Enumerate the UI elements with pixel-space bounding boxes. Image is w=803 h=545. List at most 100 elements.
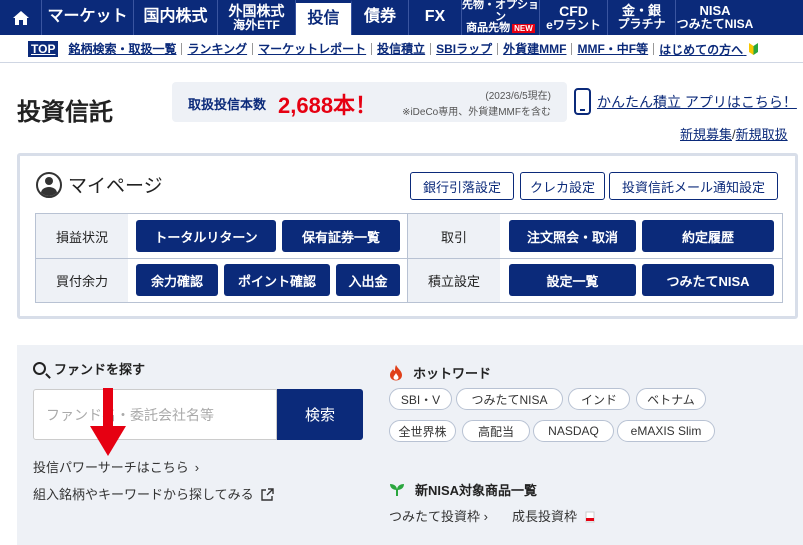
- home-button[interactable]: [0, 0, 42, 35]
- hotword-tag[interactable]: eMAXIS Slim: [617, 420, 715, 442]
- hotword-tag[interactable]: 高配当: [462, 420, 530, 442]
- hotword-tag[interactable]: NASDAQ: [533, 420, 614, 442]
- mypage-grid: 損益状況 トータルリターン 保有証券一覧 取引 注文照会・取消 約定履歴 買付余…: [35, 213, 783, 303]
- subnav-accumulation[interactable]: 投信積立: [372, 43, 432, 55]
- hotword-tag[interactable]: 全世界株: [389, 420, 456, 442]
- hotword-title: ホットワード: [389, 363, 491, 382]
- new-nisa-title-label: 新NISA対象商品一覧: [415, 483, 538, 498]
- search-icon: [33, 362, 46, 375]
- subnav-mmf[interactable]: MMF・中F等: [572, 43, 655, 55]
- accumulation-label: 積立設定: [408, 259, 500, 302]
- trade-label: 取引: [408, 214, 500, 258]
- mypage-title: マイページ: [68, 176, 163, 197]
- subnav-fund-search[interactable]: 銘柄検索・取扱一覧: [63, 43, 183, 55]
- nav-cfd[interactable]: CFD eワラント: [540, 0, 608, 35]
- settings-list-button[interactable]: 設定一覧: [509, 264, 636, 296]
- hotword-tag[interactable]: インド: [568, 388, 630, 410]
- tsumitate-frame-label: つみたて投資枠: [389, 509, 481, 524]
- buying-power-label: 買付余力: [36, 259, 128, 302]
- nav-cfd-sub: eワラント: [546, 17, 601, 32]
- smartphone-icon: [574, 88, 591, 115]
- fund-count-label: 取扱投信本数: [188, 97, 267, 112]
- global-nav: マーケット 国内株式 外国株式 海外ETF 投信 債券 FX 先物・オプション …: [0, 0, 803, 35]
- nav-foreign-stocks-sub: 海外ETF: [233, 17, 280, 32]
- new-nisa-links: つみたて投資枠 › 成長投資枠: [389, 506, 619, 525]
- subnav-ranking[interactable]: ランキング: [182, 43, 254, 55]
- fund-search-input[interactable]: ファンド名・委託会社名等: [33, 389, 277, 440]
- order-inquiry-button[interactable]: 注文照会・取消: [509, 220, 636, 252]
- execution-history-button[interactable]: 約定履歴: [642, 220, 774, 252]
- points-button[interactable]: ポイント確認: [224, 264, 330, 296]
- nav-gold-sub: プラチナ: [617, 17, 666, 32]
- fund-search-title-label: ファンドを探す: [54, 362, 146, 377]
- nav-gold[interactable]: 金・銀 プラチナ: [608, 0, 676, 35]
- nav-bonds[interactable]: 債券: [352, 0, 409, 35]
- page-title: 投資信託: [17, 99, 113, 126]
- new-nisa-title: 新NISA対象商品一覧: [389, 480, 537, 499]
- subnav-top[interactable]: TOP: [28, 41, 59, 57]
- new-offering-link[interactable]: 新規募集: [680, 127, 732, 142]
- new-listing-link[interactable]: 新規取扱: [736, 127, 788, 142]
- nav-market[interactable]: マーケット: [42, 0, 134, 35]
- mypage-header: マイページ: [36, 171, 163, 198]
- nav-nisa-label: NISA: [699, 3, 731, 19]
- subnav-foreign-mmf[interactable]: 外貨建MMF: [498, 43, 573, 55]
- nav-futures-sub: 商品先物 NEW: [466, 22, 535, 35]
- new-badge: NEW: [512, 24, 535, 34]
- sub-nav: TOP 銘柄検索・取扱一覧 ランキング マーケットレポート 投信積立 SBIラッ…: [0, 36, 803, 63]
- bank-debit-button[interactable]: 銀行引落設定: [410, 172, 514, 200]
- buying-power-button[interactable]: 余力確認: [136, 264, 218, 296]
- power-search-link[interactable]: 投信パワーサーチはこちら ›: [33, 457, 199, 476]
- pl-label: 損益状況: [36, 214, 128, 258]
- fund-count-date: (2023/6/5現在): [485, 91, 551, 102]
- new-offerings: 新規募集/新規取扱: [680, 124, 788, 143]
- tsumitate-nisa-button[interactable]: つみたてNISA: [642, 264, 774, 296]
- app-link[interactable]: かんたん積立 アプリはこちら！: [574, 88, 797, 115]
- mail-notify-button[interactable]: 投資信託メール通知設定: [609, 172, 778, 200]
- home-icon: [12, 10, 29, 25]
- nav-funds[interactable]: 投信: [296, 0, 352, 35]
- power-search-label: 投信パワーサーチはこちら: [33, 460, 189, 475]
- user-icon: [36, 171, 62, 198]
- mypage-panel: マイページ 銀行引落設定 クレカ設定 投資信託メール通知設定 損益状況 トータル…: [17, 153, 798, 319]
- nav-foreign-stocks-label: 外国株式: [228, 2, 285, 19]
- subnav-market-report[interactable]: マーケットレポート: [253, 43, 373, 55]
- growth-frame-label: 成長投資枠: [511, 509, 577, 524]
- nav-gold-label: 金・銀: [621, 3, 661, 19]
- hotword-tag[interactable]: つみたてNISA: [456, 388, 563, 410]
- chevron-right-icon: ›: [194, 460, 200, 475]
- credit-card-button[interactable]: クレカ設定: [520, 172, 605, 200]
- hotword-tag[interactable]: SBI・V: [389, 388, 452, 410]
- keyword-search-link[interactable]: 組入銘柄やキーワードから探してみる: [33, 484, 274, 503]
- nav-nisa[interactable]: NISA つみたてNISA: [676, 0, 754, 35]
- pdf-icon: [585, 511, 595, 523]
- chevron-right-icon: ›: [483, 509, 488, 524]
- app-link-label: かんたん積立 アプリはこちら！: [597, 93, 797, 110]
- hotword-tag[interactable]: ベトナム: [636, 388, 706, 410]
- fund-count-note: ※iDeCo専用、外貨建MMFを含む: [402, 107, 551, 118]
- subnav-beginners[interactable]: はじめての方へ: [654, 42, 762, 56]
- flame-icon: [390, 365, 402, 381]
- nav-domestic-stocks[interactable]: 国内株式: [134, 0, 218, 35]
- nav-foreign-stocks[interactable]: 外国株式 海外ETF: [218, 0, 296, 35]
- sprout-icon: [390, 483, 404, 496]
- beginner-mark-icon: [748, 42, 758, 55]
- subnav-sbi-wrap[interactable]: SBIラップ: [431, 43, 499, 55]
- hotword-title-label: ホットワード: [413, 366, 492, 381]
- nav-futures-sub-text: 商品先物: [466, 22, 511, 35]
- nav-futures-label: 先物・オプション: [462, 0, 539, 23]
- deposit-withdraw-button[interactable]: 入出金: [336, 264, 400, 296]
- holdings-button[interactable]: 保有証券一覧: [282, 220, 400, 252]
- nav-cfd-label: CFD: [559, 2, 588, 19]
- nav-futures[interactable]: 先物・オプション 商品先物 NEW: [462, 0, 540, 35]
- fund-count-box: 取扱投信本数 2,688本！ (2023/6/5現在) ※iDeCo専用、外貨建…: [172, 82, 567, 122]
- total-return-button[interactable]: トータルリターン: [136, 220, 276, 252]
- search-button[interactable]: 検索: [277, 389, 363, 440]
- growth-frame-link[interactable]: 成長投資枠: [512, 506, 595, 525]
- nav-fx[interactable]: FX: [409, 0, 462, 35]
- nav-nisa-sub: つみたてNISA: [676, 17, 754, 32]
- fund-search-title: ファンドを探す: [33, 359, 145, 378]
- tsumitate-frame-link[interactable]: つみたて投資枠 ›: [389, 506, 488, 525]
- fund-count-value: 2,688本！: [278, 93, 378, 118]
- external-link-icon: [261, 488, 274, 501]
